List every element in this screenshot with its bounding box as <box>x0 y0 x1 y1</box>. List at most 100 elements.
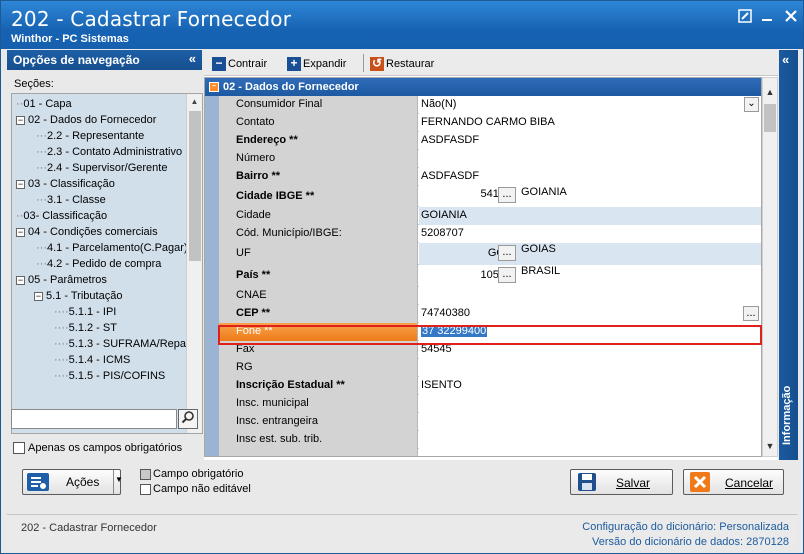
scroll-up-icon[interactable]: ▲ <box>187 94 202 109</box>
field-row-rg[interactable]: RG <box>219 359 761 377</box>
plus-icon: + <box>287 57 301 72</box>
bairro-field[interactable]: ASDFASDF <box>419 168 761 186</box>
field-label: CNAE <box>219 287 418 305</box>
field-row-insc-municipal[interactable]: Insc. municipal <box>219 395 761 413</box>
info-panel[interactable]: « Informação <box>779 50 798 460</box>
pais-lookup-button[interactable]: ... <box>498 267 516 283</box>
tree-item-capa[interactable]: ··01 - Capa <box>16 96 72 112</box>
scroll-down-icon[interactable]: ▼ <box>763 438 777 454</box>
scroll-thumb[interactable] <box>764 104 776 132</box>
tree-item-tributacao[interactable]: −5.1 - Tributação <box>34 288 122 304</box>
field-row-consumidor-final[interactable]: Consumidor Final Não(N) ⌄ <box>219 96 761 114</box>
field-row-numero[interactable]: Número <box>219 150 761 168</box>
field-row-contato[interactable]: Contato FERNANDO CARMO BIBA <box>219 114 761 132</box>
cnae-field[interactable] <box>419 287 761 305</box>
uf-field[interactable]: GO ... GOIAS <box>419 243 761 265</box>
highlight-box <box>218 325 762 345</box>
cancel-button[interactable]: Cancelar <box>683 469 784 495</box>
scroll-up-icon[interactable]: ▲ <box>763 84 777 100</box>
actions-button[interactable]: Ações ▼ <box>22 469 123 495</box>
collapse-toggle-icon[interactable]: − <box>16 115 25 125</box>
field-row-insc-estrangeira[interactable]: Insc. entrangeira <box>219 413 761 431</box>
status-left: 202 - Cadastrar Fornecedor <box>21 522 157 534</box>
tree-item-classificacao-2[interactable]: ··03- Classificação <box>16 208 107 224</box>
cidade-ibge-name: GOIANIA <box>521 186 567 198</box>
field-row-uf[interactable]: UF GO ... GOIAS <box>219 243 761 265</box>
field-row-cidade-ibge[interactable]: Cidade IBGE ** 5412 ... GOIANIA <box>219 186 761 207</box>
uf-lookup-button[interactable]: ... <box>498 245 516 261</box>
tree-item-icms[interactable]: ····5.1.4 - ICMS <box>54 352 130 368</box>
tree-item-supervisor-gerente[interactable]: ···2.4 - Supervisor/Gerente <box>36 160 167 176</box>
tree-item-pedido-compra[interactable]: ···4.2 - Pedido de compra <box>36 256 161 272</box>
expand-button[interactable]: + Expandir <box>287 56 346 72</box>
numero-field[interactable] <box>419 150 761 168</box>
field-label: Insc. entrangeira <box>219 413 418 431</box>
expand-panel-icon[interactable]: « <box>782 52 789 67</box>
tree-item-st[interactable]: ····5.1.2 - ST <box>54 320 117 336</box>
collapse-panel-icon[interactable]: « <box>189 51 196 66</box>
insc-sub-trib-field[interactable] <box>419 431 761 449</box>
toolbar-divider <box>363 54 364 72</box>
dropdown-arrow-icon[interactable]: ▼ <box>115 475 123 484</box>
tree-item-dados-fornecedor[interactable]: −02 - Dados do Fornecedor <box>16 112 156 128</box>
field-row-cnae[interactable]: CNAE <box>219 287 761 305</box>
tree-item-pis-cofins[interactable]: ····5.1.5 - PIS/COFINS <box>54 368 165 384</box>
tree-item-representante[interactable]: ···2.2 - Representante <box>36 128 144 144</box>
only-required-checkbox[interactable]: Apenas os campos obrigatórios <box>13 442 182 455</box>
checkbox-box[interactable] <box>13 442 25 455</box>
tree-scrollbar[interactable]: ▲ ▼ <box>186 94 202 433</box>
field-row-inscricao-estadual[interactable]: Inscrição Estadual ** ISENTO <box>219 377 761 395</box>
field-label: Cidade IBGE ** <box>219 186 418 207</box>
grid-scrollbar[interactable]: ▲ ▼ <box>762 77 778 457</box>
tree-item-parametros[interactable]: −05 - Parâmetros <box>16 272 107 288</box>
endereco-field[interactable]: ASDFASDF <box>419 132 761 150</box>
consumidor-final-select[interactable]: Não(N) ⌄ <box>419 96 761 114</box>
field-row-partial <box>219 449 761 456</box>
save-button[interactable]: Salvar <box>570 469 673 495</box>
collapse-toggle-icon[interactable]: − <box>16 275 25 285</box>
cep-field[interactable]: 74740380... <box>419 305 761 323</box>
main-window: 202 - Cadastrar Fornecedor Winthor - PC … <box>0 0 804 554</box>
field-row-endereco[interactable]: Endereço ** ASDFASDF <box>219 132 761 150</box>
search-button[interactable] <box>178 409 198 429</box>
field-row-bairro[interactable]: Bairro ** ASDFASDF <box>219 168 761 186</box>
field-row-cep[interactable]: CEP ** 74740380... <box>219 305 761 323</box>
collapse-toggle-icon[interactable]: − <box>16 227 25 237</box>
tree-item-classificacao[interactable]: −03 - Classificação <box>16 176 115 192</box>
scroll-thumb[interactable] <box>189 111 201 261</box>
pais-field[interactable]: 1058 ... BRASIL <box>419 265 761 287</box>
collapse-button[interactable]: − Contrair <box>212 56 267 72</box>
field-row-pais[interactable]: País ** 1058 ... BRASIL <box>219 265 761 287</box>
rg-field[interactable] <box>419 359 761 377</box>
collapse-toggle-icon[interactable]: − <box>34 291 43 301</box>
row-selector-column <box>205 96 219 456</box>
collapse-toggle-icon[interactable]: − <box>16 179 25 189</box>
section-header[interactable]: − 02 - Dados do Fornecedor <box>205 78 761 96</box>
field-label: Cidade <box>219 207 418 225</box>
insc-municipal-field[interactable] <box>419 395 761 413</box>
contato-field[interactable]: FERNANDO CARMO BIBA <box>419 114 761 132</box>
close-icon[interactable] <box>783 9 799 25</box>
cep-lookup-button[interactable]: ... <box>743 306 759 321</box>
tree-item-suframa[interactable]: ····5.1.3 - SUFRAMA/Repasse <box>54 336 202 352</box>
field-value <box>419 449 761 456</box>
inscricao-estadual-field[interactable]: ISENTO <box>419 377 761 395</box>
minimize-icon[interactable] <box>759 9 775 25</box>
edit-icon[interactable] <box>737 9 753 25</box>
tree-item-condicoes-comerciais[interactable]: −04 - Condições comerciais <box>16 224 158 240</box>
restore-button[interactable]: ↺ Restaurar <box>370 56 434 72</box>
field-row-insc-sub-trib[interactable]: Insc est. sub. trib. <box>219 431 761 449</box>
section-search-input[interactable] <box>11 409 177 429</box>
tree-item-ipi[interactable]: ····5.1.1 - IPI <box>54 304 116 320</box>
tree-item-contato-administrativo[interactable]: ···2.3 - Contato Administrativo <box>36 144 182 160</box>
collapse-section-icon[interactable]: − <box>209 82 219 92</box>
tree-item-parcelamento[interactable]: ···4.1 - Parcelamento(C.Pagar) <box>36 240 188 256</box>
dictionary-config: Configuração do dicionário: Personalizad… <box>582 520 789 535</box>
cidade-ibge-field[interactable]: 5412 ... GOIANIA <box>419 186 761 207</box>
insc-estrangeira-field[interactable] <box>419 413 761 431</box>
chevron-down-icon[interactable]: ⌄ <box>744 97 759 112</box>
window-subtitle: Winthor - PC Sistemas <box>11 33 129 45</box>
tree-item-classe[interactable]: ···3.1 - Classe <box>36 192 106 208</box>
tree-item-label: 5.1 - Tributação <box>46 290 123 302</box>
cidade-lookup-button[interactable]: ... <box>498 187 516 203</box>
